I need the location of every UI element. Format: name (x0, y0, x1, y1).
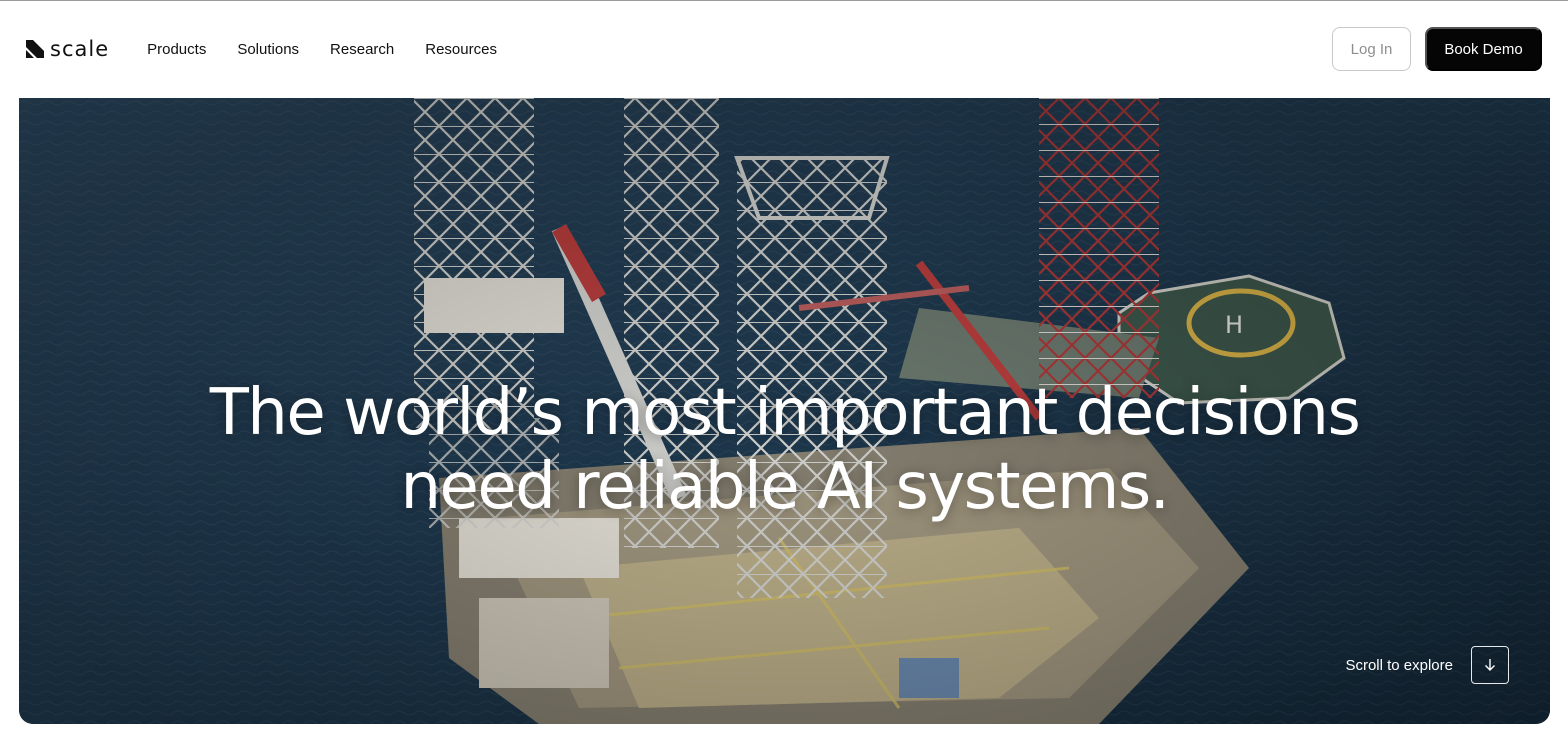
nav-solutions[interactable]: Solutions (237, 41, 299, 58)
nav-products[interactable]: Products (147, 41, 206, 58)
logo-link[interactable]: scale (26, 36, 110, 61)
headline-line-2: need reliable AI systems. (400, 450, 1170, 524)
nav-resources[interactable]: Resources (425, 41, 497, 58)
scale-logo-mark-icon (26, 40, 44, 58)
book-demo-button[interactable]: Book Demo (1425, 27, 1542, 71)
nav-research[interactable]: Research (330, 41, 394, 58)
main-nav: Products Solutions Research Resources (147, 41, 497, 58)
arrow-down-icon (1485, 659, 1495, 671)
hero-section: H The world’s most important decisions n… (19, 98, 1550, 724)
scroll-down-button[interactable] (1471, 646, 1509, 684)
hero-headline: The world’s most important decisions nee… (19, 376, 1550, 524)
login-button[interactable]: Log In (1332, 27, 1411, 71)
headline-line-1: The world’s most important decisions (209, 376, 1361, 450)
scroll-label: Scroll to explore (1345, 656, 1453, 674)
logo-wordmark: scale (50, 36, 110, 61)
header-actions: Log In Book Demo (1332, 27, 1542, 71)
site-header: scale Products Solutions Research Resour… (0, 1, 1568, 97)
scroll-to-explore[interactable]: Scroll to explore (1345, 646, 1509, 684)
